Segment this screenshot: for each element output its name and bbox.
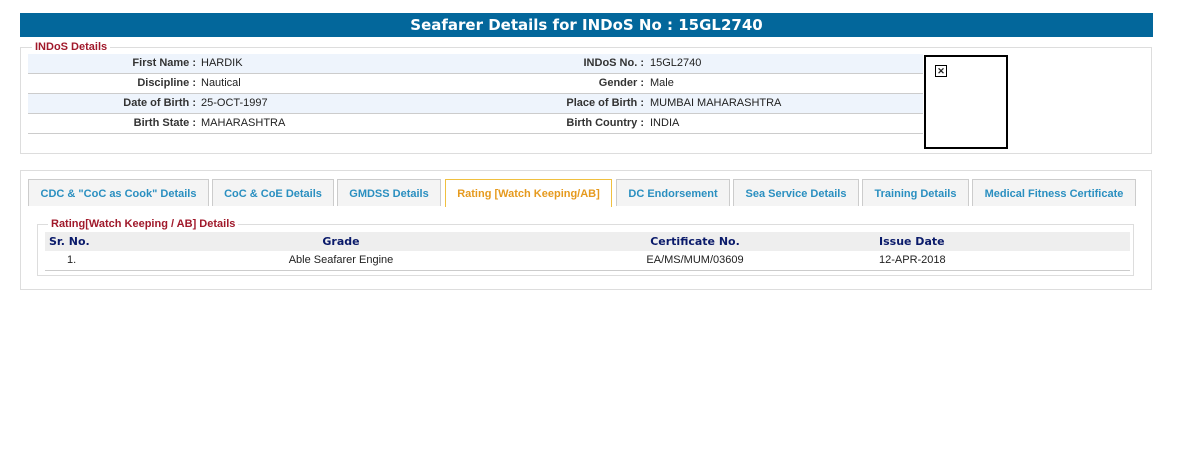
seafarer-photo: ✕ xyxy=(924,55,1008,149)
tab-gmdss[interactable]: GMDSS Details xyxy=(337,179,441,206)
birth-state-value: MAHARASHTRA xyxy=(201,117,286,129)
tab-rating-watch-keeping[interactable]: Rating [Watch Keeping/AB] xyxy=(445,179,612,207)
detail-row: First Name : HARDIK INDoS No. : 15GL2740 xyxy=(28,54,923,74)
header-grade: Grade xyxy=(322,235,360,248)
detail-row: Birth State : MAHARASHTRA Birth Country … xyxy=(28,114,923,134)
gender-value: Male xyxy=(650,77,674,89)
tab-sea-service[interactable]: Sea Service Details xyxy=(733,179,859,206)
page-title: Seafarer Details for INDoS No : 15GL2740 xyxy=(20,13,1153,37)
header-certificate-no: Certificate No. xyxy=(650,235,740,248)
indos-details-panel: INDoS Details First Name : HARDIK INDoS … xyxy=(20,41,1152,154)
table-header: Sr. No. Grade Certificate No. Issue Date xyxy=(45,232,1130,251)
birth-state-label: Birth State : xyxy=(133,117,196,129)
cell-grade: Able Seafarer Engine xyxy=(288,254,394,266)
birth-country-value: INDIA xyxy=(650,117,680,129)
details-tabs-panel: CDC & "CoC as Cook" Details CoC & CoE De… xyxy=(20,170,1152,290)
discipline-label: Discipline : xyxy=(137,77,196,89)
birth-country-label: Birth Country : xyxy=(566,117,644,129)
detail-row: Discipline : Nautical Gender : Male xyxy=(28,74,923,94)
tab-training[interactable]: Training Details xyxy=(862,179,969,206)
indos-no-value: 15GL2740 xyxy=(650,57,702,69)
dob-label: Date of Birth : xyxy=(123,97,196,109)
table-row: 1. Able Seafarer Engine EA/MS/MUM/03609 … xyxy=(45,251,1130,271)
header-sr-no: Sr. No. xyxy=(49,235,90,248)
tab-dc-endorsement[interactable]: DC Endorsement xyxy=(616,179,730,206)
place-of-birth-label: Place of Birth : xyxy=(566,97,644,109)
indos-legend: INDoS Details xyxy=(32,41,111,53)
cell-sr-no: 1. xyxy=(67,254,77,266)
place-of-birth-value: MUMBAI MAHARASHTRA xyxy=(650,97,782,109)
tab-cdc-coc-cook[interactable]: CDC & "CoC as Cook" Details xyxy=(28,179,209,206)
first-name-value: HARDIK xyxy=(201,57,243,69)
dob-value: 25-OCT-1997 xyxy=(201,97,268,109)
tab-medical-fitness[interactable]: Medical Fitness Certificate xyxy=(972,179,1136,206)
rating-details-panel: Rating[Watch Keeping / AB] Details Sr. N… xyxy=(37,218,1134,276)
discipline-value: Nautical xyxy=(201,77,241,89)
gender-label: Gender : xyxy=(598,77,644,89)
indos-no-label: INDoS No. : xyxy=(583,57,645,69)
detail-row: Date of Birth : 25-OCT-1997 Place of Bir… xyxy=(28,94,923,114)
rating-legend: Rating[Watch Keeping / AB] Details xyxy=(48,218,239,230)
cell-certificate-no: EA/MS/MUM/03609 xyxy=(646,254,744,266)
header-issue-date: Issue Date xyxy=(879,235,945,248)
cell-issue-date: 12-APR-2018 xyxy=(879,254,946,266)
broken-image-icon: ✕ xyxy=(935,65,947,77)
tab-coc-coe[interactable]: CoC & CoE Details xyxy=(212,179,334,206)
first-name-label: First Name : xyxy=(132,57,196,69)
